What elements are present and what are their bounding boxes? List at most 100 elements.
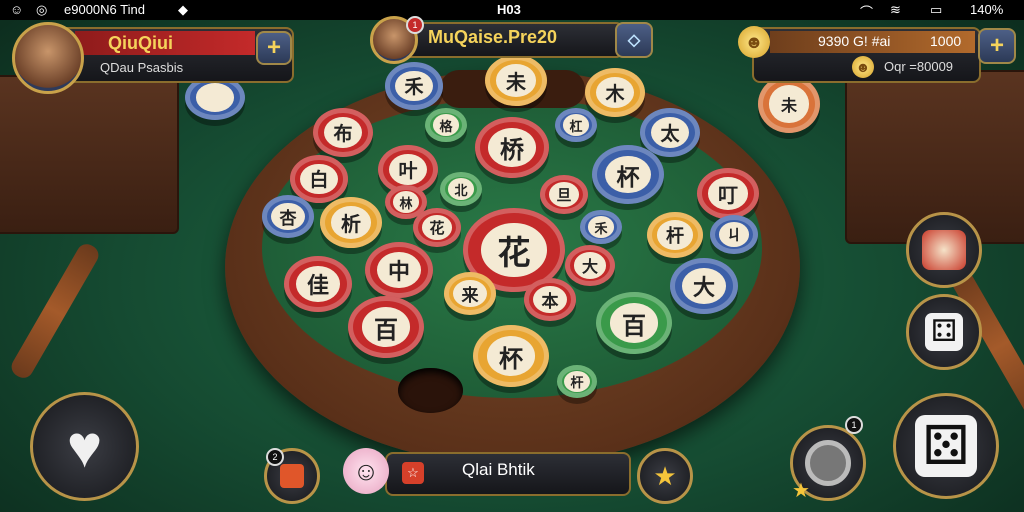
battery-icon: ▭ bbox=[930, 2, 943, 17]
currency-primary-label: 9390 G! #ai bbox=[818, 33, 891, 49]
game-chip[interactable]: 杏 bbox=[262, 195, 314, 238]
chip-glyph: 格 bbox=[432, 114, 460, 137]
status-center-text: H03 bbox=[497, 2, 521, 17]
game-chip[interactable]: 本 bbox=[524, 278, 576, 321]
chip-glyph: 林 bbox=[392, 191, 420, 214]
like-button[interactable]: ♥ bbox=[30, 392, 139, 501]
favorite-button[interactable]: ★ bbox=[637, 448, 693, 504]
chip-glyph: 白 bbox=[300, 163, 338, 194]
game-chip[interactable]: 叮 bbox=[697, 168, 759, 219]
game-chip[interactable]: ㄐ bbox=[710, 215, 758, 255]
chip-glyph: 未 bbox=[496, 64, 536, 97]
food-icon bbox=[922, 230, 966, 270]
chip-glyph: 杏 bbox=[271, 202, 305, 230]
chip-glyph: 杆 bbox=[657, 220, 693, 250]
game-chip[interactable]: 佳 bbox=[284, 256, 352, 312]
mascot-icon[interactable]: ☺ bbox=[343, 448, 389, 494]
game-chip[interactable]: 木 bbox=[585, 68, 645, 118]
gift-icon bbox=[280, 464, 304, 488]
chip-glyph: 析 bbox=[331, 206, 371, 239]
heart-icon: ♥ bbox=[66, 412, 103, 480]
emoji-icon[interactable]: ☆ bbox=[402, 462, 424, 484]
chip-glyph: 百 bbox=[609, 303, 659, 344]
tag-icon[interactable]: ◇ bbox=[615, 22, 653, 58]
game-chip[interactable]: 布 bbox=[313, 108, 373, 158]
chip-glyph: 杆 bbox=[564, 370, 590, 392]
chip-glyph: 桥 bbox=[488, 127, 536, 167]
game-chip[interactable]: 大 bbox=[670, 258, 738, 314]
chip-glyph: 杠 bbox=[562, 114, 590, 137]
chip-glyph: 禾 bbox=[587, 216, 615, 239]
game-chip[interactable]: 杯 bbox=[473, 325, 549, 388]
chip-glyph: 杯 bbox=[486, 336, 536, 377]
chip-glyph: 百 bbox=[361, 307, 411, 348]
game-chip[interactable]: 百 bbox=[596, 292, 672, 355]
chip-glyph: 旦 bbox=[548, 182, 580, 208]
game-chip[interactable]: 来 bbox=[444, 272, 496, 315]
coin-icon: ☻ bbox=[738, 26, 770, 58]
signal-icon: ☺ bbox=[10, 2, 24, 17]
status-left-text: e9000N6 Ti⁠⁠nd bbox=[64, 2, 145, 17]
chip-glyph: 杯 bbox=[604, 155, 652, 194]
status-bar: ☺ ◎ e9000N6 Ti⁠⁠nd ◆ H03 ⌒ ≋ ▭ 140% bbox=[0, 0, 1024, 20]
chip-glyph: 太 bbox=[650, 116, 690, 149]
diamond-icon: ◆ bbox=[178, 2, 188, 17]
wifi-icon: ⌒ bbox=[860, 5, 874, 20]
chip-glyph: 中 bbox=[377, 252, 421, 288]
gem-icon: ☻ bbox=[852, 56, 874, 78]
wooden-box-left bbox=[0, 75, 179, 234]
chip-glyph: 叮 bbox=[708, 177, 748, 210]
cue-stick-left bbox=[7, 240, 103, 382]
game-chip[interactable]: 中 bbox=[365, 242, 433, 298]
currency-add-button[interactable]: + bbox=[978, 28, 1016, 64]
wifi-strength-icon: ≋ bbox=[890, 2, 901, 17]
game-chip[interactable]: 花 bbox=[413, 208, 461, 248]
opponent-title: MuQaise.Pre20 bbox=[428, 27, 558, 47]
dice-large-icon: ⚄ bbox=[915, 415, 977, 477]
chip-glyph: 大 bbox=[682, 268, 726, 304]
chip-glyph: 花 bbox=[421, 215, 453, 241]
game-chip[interactable]: 杆 bbox=[647, 212, 703, 258]
star-icon: ★ bbox=[792, 480, 810, 502]
game-chip[interactable]: 桥 bbox=[475, 117, 549, 178]
player-subtitle: QDau Psasbis bbox=[100, 60, 184, 75]
roll-dice-button[interactable]: ⚄ bbox=[893, 393, 999, 499]
game-chip[interactable]: 杯 bbox=[592, 145, 664, 205]
chip-glyph: 禾 bbox=[395, 70, 433, 101]
chip-glyph: 来 bbox=[453, 279, 487, 307]
game-chip[interactable]: 杆 bbox=[557, 365, 597, 398]
chip-glyph: 布 bbox=[323, 116, 363, 149]
chip-glyph: ㄐ bbox=[718, 222, 750, 248]
chip-glyph: 花 bbox=[481, 223, 547, 277]
star-button-icon: ★ bbox=[653, 460, 677, 491]
currency-secondary-label: Oqr =80009 bbox=[884, 59, 954, 74]
dice-small-icon: ⚃ bbox=[925, 313, 963, 351]
dice-small-button[interactable]: ⚃ bbox=[906, 294, 982, 370]
settings-badge: 1 bbox=[845, 416, 863, 434]
game-chip[interactable]: 百 bbox=[348, 296, 424, 359]
player-name: QiuQiui bbox=[108, 33, 173, 53]
chip-glyph: 本 bbox=[533, 285, 567, 313]
chip-stack-bg-right: 未 bbox=[758, 75, 820, 133]
player-avatar[interactable] bbox=[12, 22, 84, 94]
game-chip[interactable]: 析 bbox=[320, 197, 382, 248]
chat-text: Qlai Bhtik bbox=[462, 460, 535, 479]
battery-text: 140% bbox=[970, 2, 1004, 17]
chip-glyph: 木 bbox=[595, 76, 635, 109]
currency-primary-value: 1000 bbox=[930, 33, 962, 49]
gear-icon bbox=[805, 440, 851, 486]
food-item-button[interactable] bbox=[906, 212, 982, 288]
chip-glyph: 叶 bbox=[388, 153, 428, 186]
player-add-button[interactable]: + bbox=[256, 31, 292, 65]
notification-icon: ◎ bbox=[36, 2, 48, 17]
game-chip[interactable]: 大 bbox=[565, 245, 615, 286]
game-chip[interactable]: 旦 bbox=[540, 175, 588, 215]
gift-badge: 2 bbox=[266, 448, 284, 466]
table-pocket bbox=[398, 368, 463, 413]
game-chip[interactable]: 未 bbox=[485, 55, 547, 106]
opponent-badge: 1 bbox=[406, 16, 424, 34]
game-chip[interactable]: 白 bbox=[290, 155, 348, 203]
chip-glyph: 北 bbox=[447, 178, 475, 201]
chip-glyph: 佳 bbox=[296, 266, 340, 302]
game-chip[interactable]: 禾 bbox=[385, 62, 443, 110]
